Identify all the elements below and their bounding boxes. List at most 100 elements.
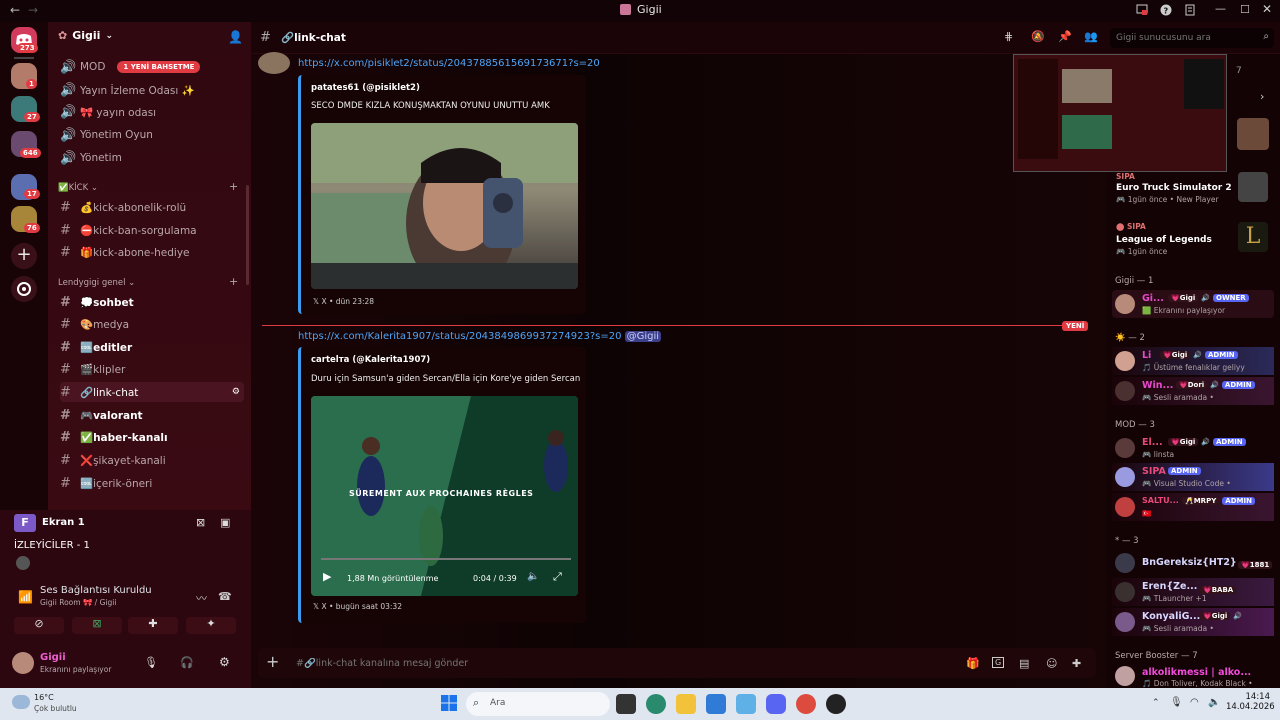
channel-mod[interactable]: 🔊 MOD 1 YENİ BAHSETME xyxy=(60,57,201,77)
member-row[interactable]: El... 💗Gigi 🔊 ADMIN 🎮 linsta xyxy=(1112,434,1274,462)
stop-stream-icon[interactable]: ⊠ xyxy=(196,516,205,529)
weather-temp[interactable]: 16°C xyxy=(34,693,54,702)
channel-kick-abonelik[interactable]: # 💰kick-abonelik-rolü xyxy=(60,197,186,217)
back-arrow-icon[interactable]: ← xyxy=(10,3,20,17)
headphone-icon[interactable]: 🎧 xyxy=(180,656,194,669)
server-icon-2[interactable]: 27 xyxy=(11,96,40,122)
member-row[interactable]: BnGereksiz{HT2} 💗1881 xyxy=(1112,551,1274,575)
message-input[interactable] xyxy=(296,654,936,672)
noise-suppress-icon[interactable]: 〰 xyxy=(196,590,207,606)
member-row[interactable]: SALTU... 🥂MRPY ADMIN 🇹🇷 xyxy=(1112,493,1274,521)
gift-icon[interactable]: 🎁 xyxy=(966,657,980,670)
search-input[interactable] xyxy=(1110,28,1248,48)
category-kick[interactable]: ✅KİCK ⌄ xyxy=(58,183,98,193)
camera-off-button[interactable]: ⊘ xyxy=(14,617,64,634)
mic-tray-icon[interactable]: 🎙 xyxy=(1170,697,1183,708)
user-settings-icon[interactable]: ⚙ xyxy=(219,655,230,669)
help-icon[interactable]: ? xyxy=(1160,4,1174,18)
message-link[interactable]: https://x.com/Kalerita1907/status/204384… xyxy=(298,331,621,342)
author-avatar[interactable] xyxy=(258,52,290,74)
channel-kick-hediye[interactable]: # 🎁kick-abone-hediye xyxy=(60,242,190,262)
channel-icerik[interactable]: # 🆒içerik-öneri xyxy=(60,473,152,493)
speaker-icon[interactable]: 🔈 xyxy=(1208,697,1220,708)
screen-share-button[interactable]: ⊠ xyxy=(72,617,122,634)
stream-preview[interactable] xyxy=(1013,54,1227,172)
embed-video[interactable]: SÜREMENT AUX PROCHAINES RÈGLES ▶ 1,88 Mn… xyxy=(311,396,578,596)
edge-icon[interactable] xyxy=(646,694,666,714)
server-name-dropdown[interactable]: ✿ Gigii ⌄ xyxy=(58,29,113,42)
member-list-icon[interactable]: 👥 xyxy=(1084,30,1098,43)
mention[interactable]: @Gigii xyxy=(624,331,662,342)
channel-sikayet[interactable]: # ❌şikayet-kanali xyxy=(60,450,166,470)
task-view-icon[interactable] xyxy=(616,694,636,714)
server-icon-3[interactable]: 646 xyxy=(11,131,41,158)
attach-plus-icon[interactable]: + xyxy=(266,652,279,671)
microphone-icon[interactable]: 🎙 xyxy=(144,656,158,669)
activity-game[interactable]: League of Legends xyxy=(1116,235,1212,245)
obs-icon[interactable] xyxy=(826,694,846,714)
channel-klipler[interactable]: # 🎬klipler xyxy=(60,359,125,379)
add-member-icon[interactable]: 👤 xyxy=(228,30,243,44)
pin-icon[interactable]: 📌 xyxy=(1058,30,1072,43)
server-icon-1[interactable]: 1 xyxy=(11,63,37,89)
add-channel-icon[interactable]: + xyxy=(229,275,238,288)
add-channel-icon[interactable]: + xyxy=(229,180,238,193)
member-row[interactable]: Li 💗Gigi 🔊 ADMIN 🎵 Üstüme fenalıklar geliy… xyxy=(1112,347,1274,375)
voice-room[interactable]: Gigii Room 🎀 / Gigii xyxy=(40,598,116,607)
channel-editler[interactable]: # 🆒editler xyxy=(60,337,132,357)
server-icon-5[interactable]: 76 xyxy=(11,206,40,233)
channel-yonetim-oyun[interactable]: 🔊 Yönetim Oyun xyxy=(60,125,153,145)
inbox-icon[interactable] xyxy=(1136,4,1150,18)
embed-author[interactable]: cartelта (@Kalerita1907) xyxy=(311,355,430,365)
activities-button[interactable]: ✚ xyxy=(128,617,178,634)
sticker-icon[interactable]: ▤ xyxy=(1019,657,1029,670)
threads-icon[interactable]: ⋕ xyxy=(1004,30,1013,43)
activity-game[interactable]: Euro Truck Simulator 2 xyxy=(1116,183,1232,193)
search-box[interactable]: ⌕ xyxy=(1110,28,1274,48)
home-button[interactable]: 273 xyxy=(11,27,38,53)
apps-icon[interactable]: ✚ xyxy=(1072,657,1081,670)
category-general[interactable]: Lendygigi genel ⌄ xyxy=(58,278,135,288)
maximize-button[interactable]: ☐ xyxy=(1240,3,1250,16)
chrome-icon[interactable] xyxy=(796,694,816,714)
member-row[interactable]: alkolikmessi | alko... 🎵 Don Toliver, Ko… xyxy=(1112,664,1274,688)
channel-medya[interactable]: # 🎨medya xyxy=(60,314,129,334)
wifi-icon[interactable]: ◠ xyxy=(1190,697,1199,708)
add-server-icon[interactable]: + xyxy=(11,243,37,269)
notifications-off-icon[interactable]: 🔕 xyxy=(1031,30,1045,43)
file-explorer-icon[interactable] xyxy=(676,694,696,714)
member-row[interactable]: Win... 💗Dori 🔊 ADMIN 🎮 Sesli aramada • xyxy=(1112,377,1274,405)
windows-start-icon[interactable] xyxy=(440,694,458,712)
member-row[interactable]: Gi... 💗Gigi 🔊 OWNER 🟩 Ekranını paylaşıyor xyxy=(1112,290,1274,318)
settings-app-icon[interactable] xyxy=(736,694,756,714)
channel-kick-ban[interactable]: # ⛔kick-ban-sorgulama xyxy=(60,220,197,240)
taskbar-search[interactable]: ⌕ Ara xyxy=(466,692,610,716)
embed-image[interactable] xyxy=(311,123,578,289)
stream-settings-icon[interactable]: ▣ xyxy=(220,516,230,529)
clipboard-icon[interactable] xyxy=(1184,4,1198,18)
store-icon[interactable] xyxy=(706,694,726,714)
channel-valorant[interactable]: # 🎮valorant xyxy=(60,405,143,425)
channel-settings-icon[interactable]: ⚙ xyxy=(232,387,240,397)
channel-link-chat[interactable]: # 🔗link-chat ⚙ xyxy=(60,382,244,402)
embed-author[interactable]: patates61 (@pisiklet2) xyxy=(311,83,420,93)
member-row[interactable]: KonyaliG... 💗Gigi 🔊 🎮 Sesli aramada • xyxy=(1112,608,1274,636)
play-icon[interactable]: ▶ xyxy=(323,570,331,583)
video-progress[interactable] xyxy=(321,558,571,560)
channel-yayin-izleme[interactable]: 🔊 Yayın İzleme Odası ✨ xyxy=(60,80,195,100)
member-row[interactable]: SIPA ADMIN 🎮 Visual Studio Code • xyxy=(1112,463,1274,491)
forward-arrow-icon[interactable]: → xyxy=(28,3,38,17)
minimize-button[interactable]: — xyxy=(1215,2,1226,15)
sidebar-scrollbar[interactable] xyxy=(246,185,249,285)
emoji-icon[interactable]: ☺ xyxy=(1046,657,1057,670)
close-button[interactable]: ✕ xyxy=(1262,2,1272,16)
message-link[interactable]: https://x.com/pisiklet2/status/204378856… xyxy=(298,58,600,69)
tray-chevron-icon[interactable]: ⌃ xyxy=(1152,698,1160,708)
disconnect-icon[interactable]: ☎ xyxy=(218,590,232,603)
discover-icon[interactable] xyxy=(11,276,37,302)
user-avatar[interactable] xyxy=(12,652,34,674)
gif-icon[interactable]: G xyxy=(992,657,1005,668)
volume-icon[interactable]: 🔈 xyxy=(527,571,539,582)
channel-sohbet[interactable]: # 💭sohbet xyxy=(60,292,134,312)
fullscreen-icon[interactable]: ⤢ xyxy=(553,570,562,584)
